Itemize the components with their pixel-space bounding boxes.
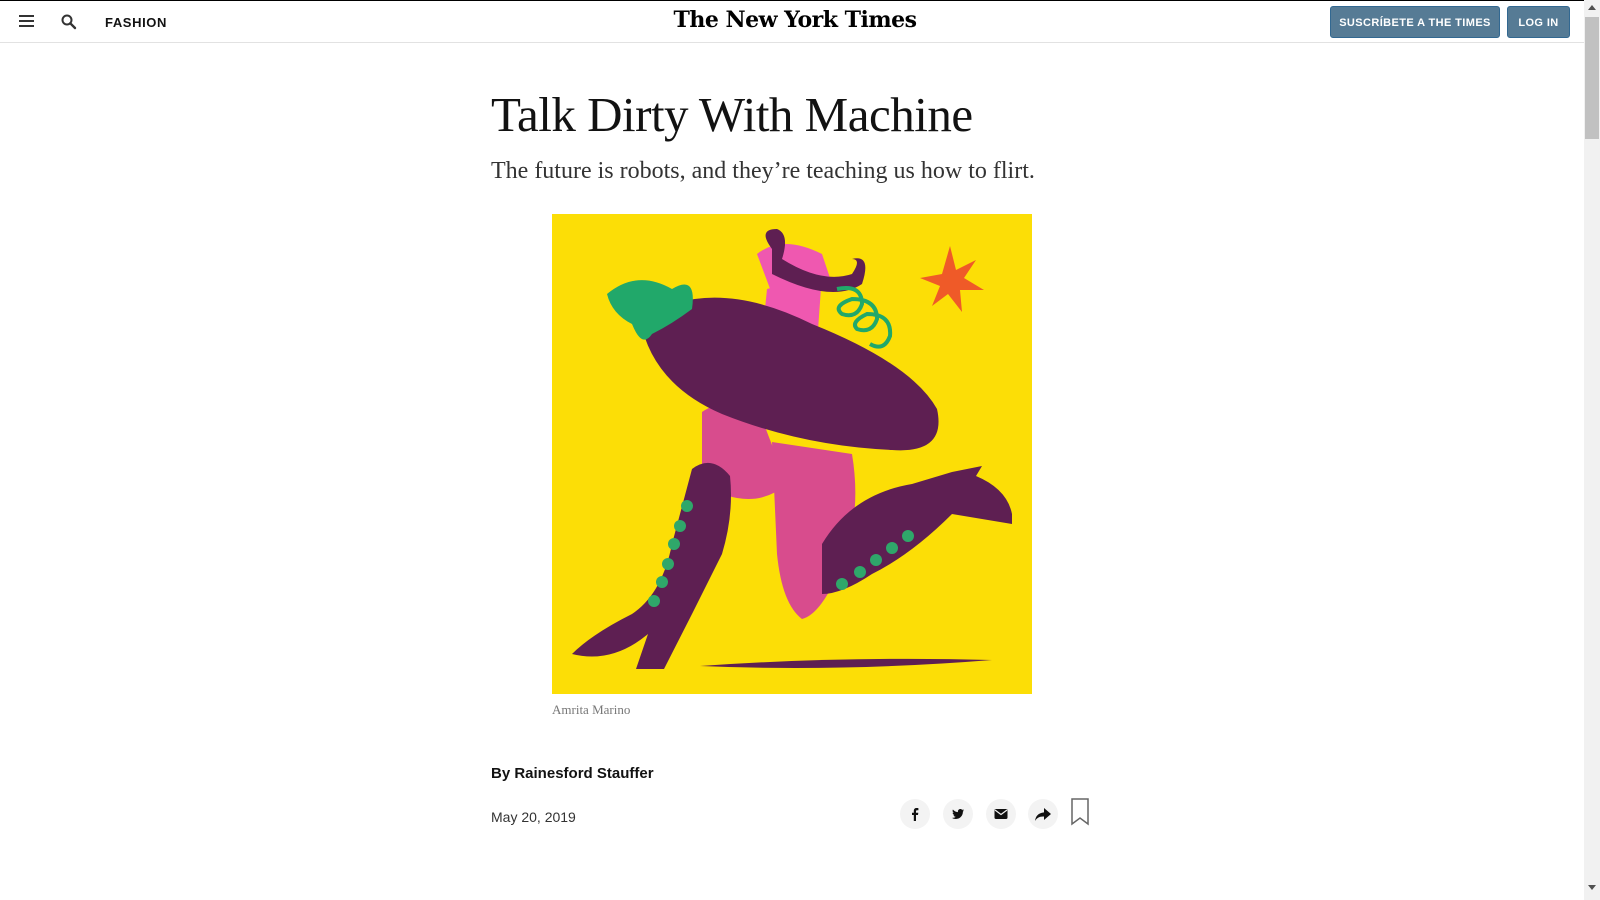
login-button[interactable]: LOG IN <box>1507 6 1570 38</box>
scroll-down-arrow-icon[interactable] <box>1588 885 1596 890</box>
article-headline: Talk Dirty With Machine <box>491 87 973 142</box>
twitter-share-button[interactable] <box>943 799 973 829</box>
share-icon <box>1035 807 1051 821</box>
menu-icon[interactable] <box>19 15 35 29</box>
scrollbar[interactable] <box>1584 0 1600 900</box>
article-summary: The future is robots, and they’re teachi… <box>491 158 1035 184</box>
subscribe-button[interactable]: SUSCRÍBETE A THE TIMES <box>1330 6 1500 38</box>
facebook-icon <box>908 807 922 821</box>
top-navigation-bar: FASHION The New York Times SUSCRÍBETE A … <box>0 0 1584 43</box>
search-icon[interactable] <box>61 14 77 30</box>
email-icon <box>994 808 1008 820</box>
scroll-up-arrow-icon[interactable] <box>1588 5 1596 10</box>
masthead-logo[interactable]: The New York Times <box>640 7 950 33</box>
section-link[interactable]: FASHION <box>105 15 167 30</box>
facebook-share-button[interactable] <box>900 799 930 829</box>
scroll-thumb[interactable] <box>1585 17 1599 139</box>
image-credit: Amrita Marino <box>552 702 631 717</box>
article-illustration <box>552 214 1032 694</box>
byline[interactable]: By Rainesford Stauffer <box>491 765 654 782</box>
email-share-button[interactable] <box>986 799 1016 829</box>
bookmark-icon[interactable] <box>1070 798 1090 826</box>
more-share-button[interactable] <box>1028 799 1058 829</box>
publish-date: May 20, 2019 <box>491 809 576 825</box>
twitter-icon <box>951 807 965 821</box>
